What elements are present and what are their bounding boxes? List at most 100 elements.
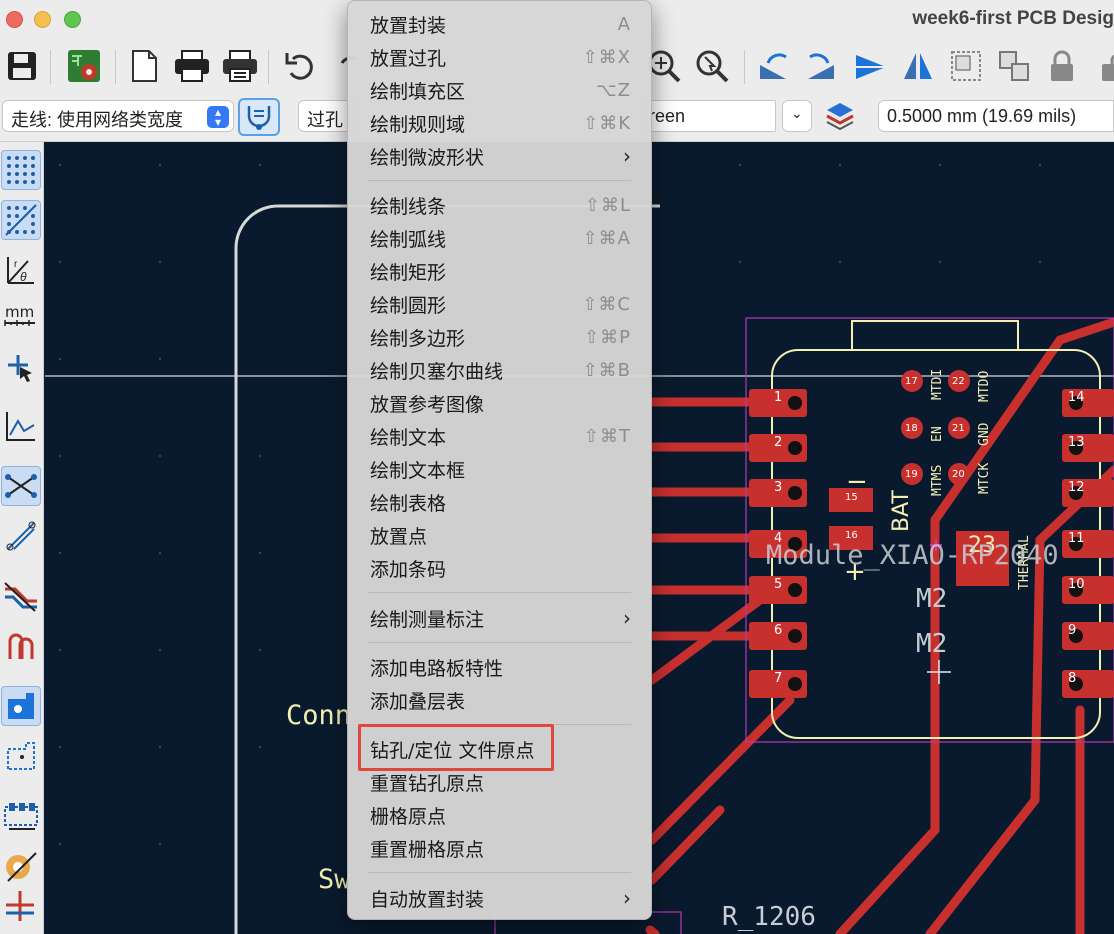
module-label: Module_XIAO-RP2040 (766, 540, 1059, 571)
menu-item-draw-table[interactable]: 绘制表格 (370, 487, 631, 517)
right-pad-num: 12 (1068, 480, 1085, 495)
menu-item-place-footprint[interactable]: 放置封装 A (370, 9, 631, 39)
left-pad-num: 2 (774, 435, 782, 450)
menu-item-draw-line[interactable]: 绘制线条 ⇧⌘L (370, 190, 631, 220)
menu-item-reset-grid-origin[interactable]: 重置栅格原点 (370, 833, 631, 863)
copper-traces (645, 317, 1114, 934)
conn-label: Conn (286, 700, 351, 731)
left-toolbar: θr mm (0, 142, 44, 934)
layer-pair-icon[interactable] (820, 96, 860, 136)
track-width-select[interactable]: 走线: 使用网络类宽度 ▴ ▾ (2, 100, 234, 132)
menu-item-grid-origin[interactable]: 栅格原点 (370, 800, 631, 830)
submenu-chevron-icon: › (623, 606, 631, 630)
save-icon[interactable] (2, 46, 42, 86)
left-pad-num: 5 (774, 577, 782, 592)
r1206-label: R_1206 (722, 902, 816, 932)
pin-num: 17 (905, 376, 918, 387)
menu-item-draw-zone[interactable]: 绘制填充区 ⌥Z (370, 75, 631, 105)
submenu-chevron-icon: › (623, 886, 631, 910)
menu-item-add-stackup-table[interactable]: 添加叠层表 (370, 685, 631, 715)
zone-outline-icon[interactable] (1, 736, 41, 776)
via-size-value: 过孔 (307, 110, 343, 130)
vias-display-icon[interactable] (1, 846, 41, 886)
pin-name-mtdi: MTDI (930, 369, 945, 400)
left-pad-num: 6 (774, 623, 782, 638)
right-pad-num: 10 (1068, 577, 1085, 592)
rotate-ccw-icon[interactable] (754, 46, 794, 86)
menu-item-autoplace-footprints[interactable]: 自动放置封装 › (370, 883, 631, 913)
grid-dots-icon[interactable] (1, 150, 41, 190)
group-icon[interactable] (946, 46, 986, 86)
menu-item-draw-textbox[interactable]: 绘制文本框 (370, 454, 631, 484)
menu-item-place-point[interactable]: 放置点 (370, 520, 631, 550)
menu-item-draw-bezier[interactable]: 绘制贝塞尔曲线 ⇧⌘B (370, 355, 631, 385)
menu-item-add-barcode[interactable]: 添加条码 (370, 553, 631, 583)
layer-select[interactable]: reen (640, 100, 776, 132)
svg-text:θ: θ (20, 270, 27, 284)
cursor-style-icon[interactable] (1, 348, 41, 388)
menu-item-draw-text[interactable]: 绘制文本 ⇧⌘T (370, 421, 631, 451)
rotate-cw-icon[interactable] (802, 46, 842, 86)
left-pad-num: 7 (774, 671, 782, 686)
zoom-selection-icon[interactable] (692, 46, 732, 86)
pin-num: 18 (905, 423, 918, 434)
chevron-updown-icon: ▴ ▾ (207, 106, 229, 128)
menu-item-microwave-shapes[interactable]: 绘制微波形状 › (370, 141, 631, 171)
print-icon[interactable] (172, 46, 212, 86)
mirror-icon[interactable] (898, 46, 938, 86)
ratsnest-curves-icon[interactable] (1, 406, 41, 446)
grid-size-select[interactable]: 0.5000 mm (19.69 mils) (878, 100, 1114, 132)
track-via-size-button[interactable] (238, 98, 280, 136)
bat-minus-label: − (846, 467, 868, 497)
layer-dropdown-button[interactable]: ⌄ (782, 100, 812, 132)
place-menu: 放置封装 A 放置过孔 ⇧⌘X 绘制填充区 ⌥Z 绘制规则域 ⇧⌘K 绘制微波形状 › 绘… (347, 0, 652, 920)
undo-icon[interactable] (280, 46, 320, 86)
menu-item-draw-arc[interactable]: 绘制弧线 ⇧⌘A (370, 223, 631, 253)
chevron-down-icon: ⌄ (791, 105, 803, 121)
zone-fill-icon[interactable] (1, 686, 41, 726)
menu-item-add-board-characteristics[interactable]: 添加电路板特性 (370, 652, 631, 682)
menu-item-draw-polygon[interactable]: 绘制多边形 ⇧⌘P (370, 322, 631, 352)
track-outline-icon[interactable] (1, 516, 41, 556)
svg-text:mm: mm (5, 303, 34, 321)
menu-item-reset-drill-origin[interactable]: 重置钻孔原点 (370, 767, 631, 797)
maximize-window-button[interactable] (64, 11, 81, 28)
ref-m2-b: M2 (916, 629, 947, 659)
pin-name-mtck: MTCK (977, 463, 992, 494)
units-mm-icon[interactable]: mm (1, 298, 41, 338)
show-ratsnest-icon[interactable] (1, 466, 41, 506)
flip-icon[interactable] (850, 46, 890, 86)
board-setup-icon[interactable] (64, 46, 104, 86)
right-pad-num: 14 (1068, 390, 1085, 405)
track-width-value: 走线: 使用网络类宽度 (11, 110, 184, 130)
submenu-chevron-icon: › (623, 144, 631, 168)
menu-item-place-reference-image[interactable]: 放置参考图像 (370, 388, 631, 418)
menu-item-draw-circle[interactable]: 绘制圆形 ⇧⌘C (370, 289, 631, 319)
pin-num: 19 (905, 469, 918, 480)
menu-item-draw-rule-area[interactable]: 绘制规则域 ⇧⌘K (370, 108, 631, 138)
left-pad-num: 3 (774, 480, 782, 495)
lock-icon[interactable] (1042, 46, 1082, 86)
polar-coords-icon[interactable]: θr (1, 250, 41, 290)
high-contrast-icon[interactable] (1, 576, 41, 616)
page-settings-icon[interactable] (124, 46, 164, 86)
menu-item-draw-rectangle[interactable]: 绘制矩形 (370, 256, 631, 286)
menu-item-place-via[interactable]: 放置过孔 ⇧⌘X (370, 42, 631, 72)
right-pad-num: 11 (1068, 531, 1085, 546)
minimize-window-button[interactable] (34, 11, 51, 28)
footprint-text-icon[interactable] (1, 796, 41, 836)
plot-icon[interactable] (220, 46, 260, 86)
pad-display-icon[interactable] (1, 626, 41, 666)
grid-size-value: 0.5000 mm (19.69 mils) (887, 106, 1077, 126)
close-window-button[interactable] (6, 11, 23, 28)
bat-label: BAT (889, 490, 914, 532)
right-pad-num: 13 (1068, 435, 1085, 450)
pin-name-mtdo: MTDO (977, 371, 992, 402)
menu-item-dimensions[interactable]: 绘制测量标注 › (370, 603, 631, 633)
layers-display-icon[interactable] (1, 886, 41, 926)
unlock-icon[interactable] (1090, 46, 1114, 86)
pin-name-mtms: MTMS (930, 465, 945, 496)
ungroup-icon[interactable] (994, 46, 1034, 86)
ref-m2-a: M2 (916, 584, 947, 614)
overlay-grid-icon[interactable] (1, 200, 41, 240)
